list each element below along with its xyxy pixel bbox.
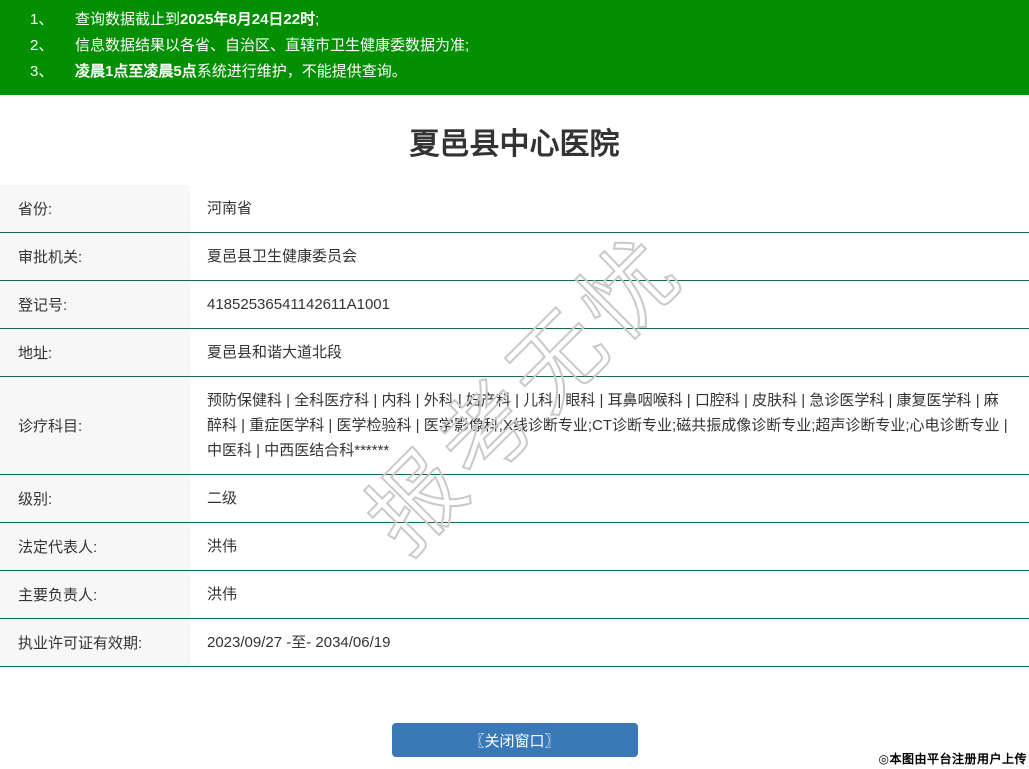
row-label: 级别: (0, 475, 190, 522)
table-row: 诊疗科目: 预防保健科 | 全科医疗科 | 内科 | 外科 | 妇产科 | 儿科 … (0, 377, 1029, 475)
table-row: 主要负责人: 洪伟 (0, 571, 1029, 619)
row-label: 地址: (0, 329, 190, 376)
row-value: 洪伟 (207, 538, 238, 555)
row-value: 河南省 (207, 200, 253, 217)
row-value: 夏邑县和谐大道北段 (207, 344, 343, 361)
notice-number: 2、 (30, 37, 54, 54)
notice-text-segment: 信息数据结果以各省、自治区、直辖市卫生健康委数据为准; (75, 37, 470, 54)
row-label: 执业许可证有效期: (0, 619, 190, 666)
notice-text: 凌晨1点至凌晨5点系统进行维护，不能提供查询。 (75, 59, 407, 85)
table-row: 省份: 河南省 (0, 185, 1029, 233)
notice-banner: 1、 查询数据截止到2025年8月24日22时; 2、 信息数据结果以各省、自治区、直… (0, 0, 1029, 95)
row-label: 审批机关: (0, 233, 190, 280)
table-row: 审批机关: 夏邑县卫生健康委员会 (0, 233, 1029, 281)
uploader-copyright-note: ◎本图由平台注册用户上传 (878, 752, 1027, 766)
row-value: 预防保健科 | 全科医疗科 | 内科 | 外科 | 妇产科 | 儿科 | 眼科 … (207, 392, 1008, 459)
button-row: 〖关闭窗口〗 (0, 723, 1029, 757)
row-label: 主要负责人: (0, 571, 190, 618)
notice-text-segment: 凌晨1点至凌晨5点 (75, 63, 197, 80)
row-value: 二级 (207, 490, 238, 507)
row-value: 41852536541142611A1001 (207, 296, 390, 313)
table-row: 级别: 二级 (0, 475, 1029, 523)
page: { "colors": { "banner_bg": "#029002", "b… (0, 0, 1029, 769)
table-row: 执业许可证有效期: 2023/09/27 -至- 2034/06/19 (0, 619, 1029, 667)
notice-text-segment: ; (315, 11, 320, 28)
banner-notice: 2、 信息数据结果以各省、自治区、直辖市卫生健康委数据为准; (0, 33, 1029, 59)
page-title: 夏邑县中心医院 (409, 128, 620, 161)
row-value: 2023/09/27 -至- 2034/06/19 (207, 634, 391, 651)
row-value: 夏邑县卫生健康委员会 (207, 248, 358, 265)
notice-text-segment: 系统进行维护，不能提供查询。 (196, 63, 407, 80)
banner-notice: 1、 查询数据截止到2025年8月24日22时; (0, 7, 1029, 33)
table-row: 地址: 夏邑县和谐大道北段 (0, 329, 1029, 377)
row-value: 洪伟 (207, 586, 238, 603)
table-row: 登记号: 41852536541142611A1001 (0, 281, 1029, 329)
notice-number: 1、 (30, 11, 54, 28)
notice-text: 信息数据结果以各省、自治区、直辖市卫生健康委数据为准; (75, 33, 469, 59)
notice-list: 1、 查询数据截止到2025年8月24日22时; 2、 信息数据结果以各省、自治区、直… (0, 7, 1029, 85)
notice-text: 查询数据截止到2025年8月24日22时; (75, 7, 319, 33)
banner-notice: 3、 凌晨1点至凌晨5点系统进行维护，不能提供查询。 (0, 59, 1029, 85)
notice-text-segment: 2025年8月24日22时 (180, 11, 316, 28)
row-label: 诊疗科目: (0, 377, 190, 474)
row-label: 法定代表人: (0, 523, 190, 570)
close-window-button[interactable]: 〖关闭窗口〗 (391, 723, 638, 757)
table-row: 法定代表人: 洪伟 (0, 523, 1029, 571)
row-label: 省份: (0, 185, 190, 232)
row-label: 登记号: (0, 281, 190, 328)
notice-text-segment: 查询数据截止到 (75, 11, 181, 28)
hospital-info-table: 省份: 河南省 审批机关: 夏邑县卫生健康委员会 登记号: 418525365411426… (0, 185, 1029, 667)
notice-number: 3、 (30, 63, 54, 80)
